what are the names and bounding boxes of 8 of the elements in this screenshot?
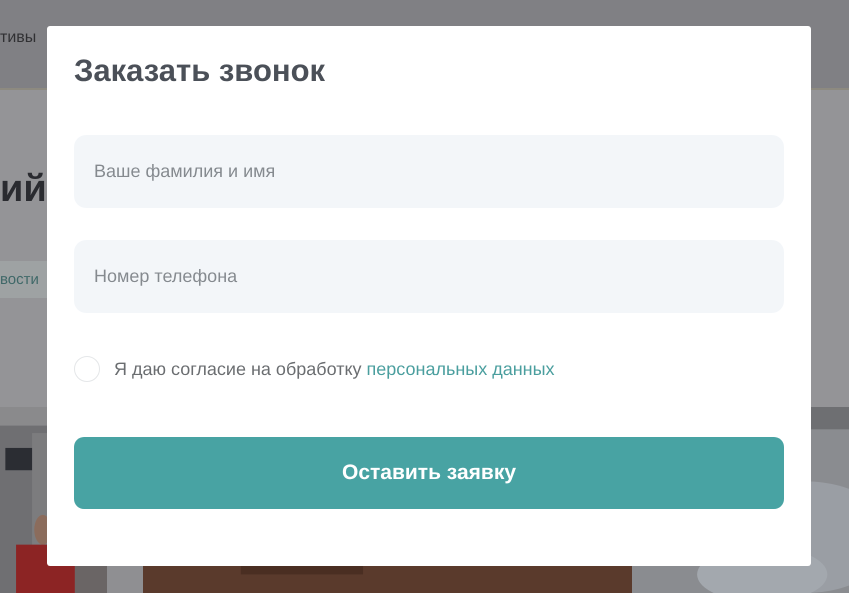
nav-link[interactable]: тивы [0, 29, 36, 47]
consent-text: Я даю согласие на обработку персональных данных [114, 358, 555, 380]
personal-data-link[interactable]: персональных данных [366, 358, 555, 378]
input-field[interactable]: Номер телефона [74, 240, 784, 313]
page-heading: ий [0, 168, 47, 211]
dialog-title: Заказать звонок [74, 52, 326, 90]
input-field[interactable]: Ваше фамилия и имя [74, 135, 784, 208]
consent-checkbox[interactable] [74, 356, 100, 382]
